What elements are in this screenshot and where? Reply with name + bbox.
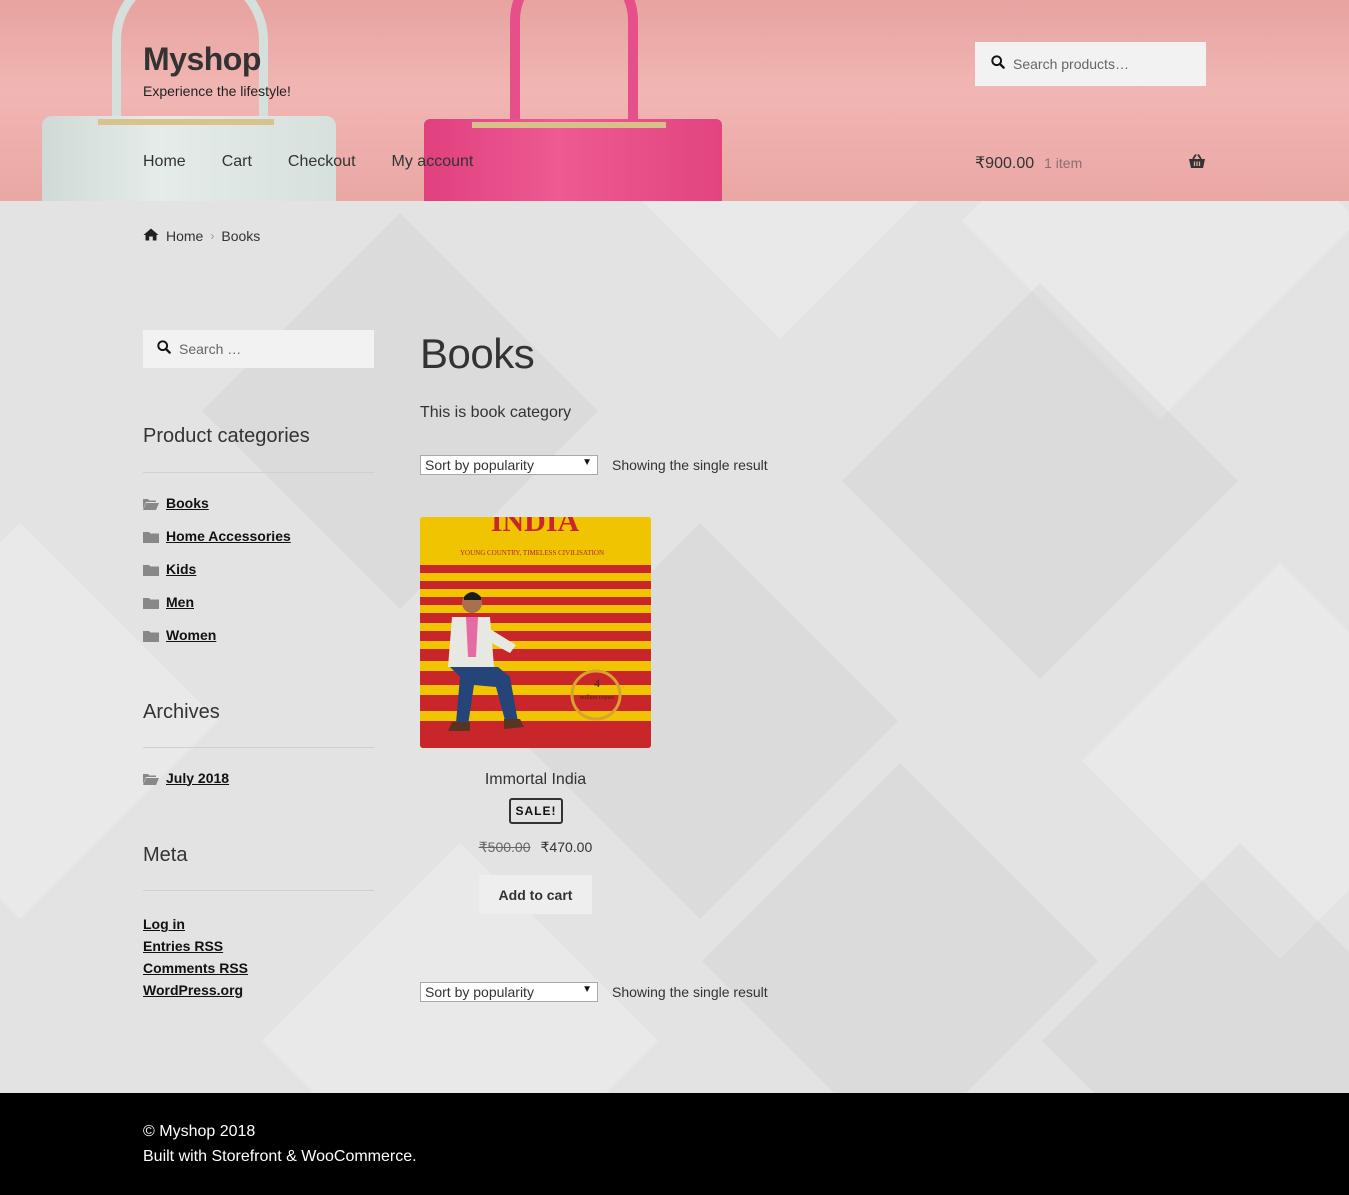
primary-navigation: Home Cart Checkout My account: [143, 152, 509, 172]
folder-icon: [143, 596, 159, 609]
category-link-home-accessories[interactable]: Home Accessories: [166, 528, 291, 544]
nav-cart[interactable]: Cart: [222, 152, 252, 172]
footer-credits[interactable]: Built with Storefront & WooCommerce.: [143, 1148, 417, 1166]
product-price: ₹500.00 ₹470.00: [420, 839, 651, 856]
breadcrumb-home-link[interactable]: Home: [166, 228, 203, 244]
meta-link-comments-rss[interactable]: Comments RSS: [143, 960, 248, 976]
breadcrumb: Home › Books: [143, 228, 260, 244]
meta-item: WordPress.org: [143, 979, 248, 1001]
result-count: Showing the single result: [612, 457, 768, 473]
site-footer: © Myshop 2018 Built with Storefront & Wo…: [0, 1093, 1349, 1195]
sidebar-search-input[interactable]: [179, 341, 359, 357]
site-header: Myshop Experience the lifestyle! Home Ca…: [0, 0, 1349, 201]
dropdown-arrow-icon: ▼: [582, 984, 592, 995]
meta-item: Entries RSS: [143, 935, 248, 957]
shop-sorting-bottom: Sort by popularity ▼ Showing the single …: [420, 982, 768, 1002]
svg-text:INDIA: INDIA: [491, 517, 580, 538]
svg-text:million copies: million copies: [580, 695, 615, 701]
product-card: INDIA YOUNG COUNTRY, TIMELESS CIVILISATI…: [420, 517, 651, 914]
result-count: Showing the single result: [612, 984, 768, 1000]
category-description: This is book category: [420, 404, 572, 421]
sort-select-value: Sort by popularity: [425, 984, 534, 1000]
svg-text:YOUNG COUNTRY, TIMELESS CIVILI: YOUNG COUNTRY, TIMELESS CIVILISATION: [460, 549, 604, 557]
regular-price: ₹500.00: [478, 839, 531, 855]
book-cover-illustration: INDIA YOUNG COUNTRY, TIMELESS CIVILISATI…: [420, 517, 651, 748]
archive-item: July 2018: [143, 761, 229, 794]
folder-icon: [143, 563, 159, 576]
nav-my-account[interactable]: My account: [392, 152, 474, 172]
dropdown-arrow-icon: ▼: [582, 457, 592, 468]
folder-open-icon: [143, 497, 159, 510]
category-item: Men: [143, 585, 291, 618]
nav-home[interactable]: Home: [143, 152, 186, 172]
page-title: Books: [420, 330, 535, 377]
category-item: Women: [143, 618, 291, 651]
sale-badge: SALE!: [509, 798, 563, 824]
footer-copyright: © Myshop 2018: [143, 1123, 256, 1140]
product-image[interactable]: INDIA YOUNG COUNTRY, TIMELESS CIVILISATI…: [420, 517, 651, 748]
header-cart[interactable]: ₹900.00 1 item: [975, 152, 1206, 174]
sort-select[interactable]: Sort by popularity ▼: [420, 982, 598, 1002]
widget-divider: [143, 890, 374, 891]
breadcrumb-current: Books: [221, 228, 261, 244]
category-item: Kids: [143, 552, 291, 585]
meta-item: Log in: [143, 913, 248, 935]
category-item: Home Accessories: [143, 519, 291, 552]
archives-list: July 2018: [143, 761, 229, 794]
category-item: Books: [143, 486, 291, 519]
sale-price: ₹470.00: [540, 839, 593, 855]
product-title[interactable]: Immortal India: [420, 771, 651, 789]
folder-open-icon: [143, 772, 159, 785]
meta-link-log-in[interactable]: Log in: [143, 916, 185, 932]
product-categories-list: Books Home Accessories Kids Men Women: [143, 486, 291, 651]
meta-heading: Meta: [143, 844, 188, 866]
sort-select-value: Sort by popularity: [425, 457, 534, 473]
category-link-kids[interactable]: Kids: [166, 561, 196, 577]
sidebar-search-box[interactable]: [143, 330, 374, 368]
category-link-books[interactable]: Books: [166, 495, 209, 511]
widget-divider: [143, 472, 374, 473]
cart-item-count[interactable]: 1 item: [1044, 155, 1082, 171]
archives-heading: Archives: [143, 701, 220, 723]
product-search-input[interactable]: [1013, 56, 1193, 72]
svg-text:4: 4: [594, 676, 600, 690]
meta-link-entries-rss[interactable]: Entries RSS: [143, 938, 223, 954]
folder-icon: [143, 530, 159, 543]
shop-sorting-top: Sort by popularity ▼ Showing the single …: [420, 455, 768, 475]
product-categories-heading: Product categories: [143, 425, 310, 447]
basket-icon[interactable]: [1188, 154, 1206, 174]
cart-amount[interactable]: ₹900.00: [975, 153, 1034, 173]
search-icon: [157, 339, 171, 359]
widget-divider: [143, 747, 374, 748]
meta-item: Comments RSS: [143, 957, 248, 979]
meta-links-list: Log in Entries RSS Comments RSS WordPres…: [143, 913, 248, 1001]
nav-checkout[interactable]: Checkout: [288, 152, 356, 172]
site-tagline: Experience the lifestyle!: [143, 83, 291, 99]
folder-icon: [143, 629, 159, 642]
category-link-men[interactable]: Men: [166, 594, 194, 610]
product-search-box[interactable]: [975, 42, 1206, 86]
sort-select[interactable]: Sort by popularity ▼: [420, 455, 598, 475]
breadcrumb-separator-icon: ›: [210, 229, 215, 243]
add-to-cart-button[interactable]: Add to cart: [479, 875, 592, 914]
site-title[interactable]: Myshop: [143, 41, 261, 78]
search-icon: [991, 54, 1005, 74]
home-icon: [143, 228, 159, 244]
meta-link-wordpress-org[interactable]: WordPress.org: [143, 982, 243, 998]
category-link-women[interactable]: Women: [166, 627, 216, 643]
archive-link-july-2018[interactable]: July 2018: [166, 770, 229, 786]
